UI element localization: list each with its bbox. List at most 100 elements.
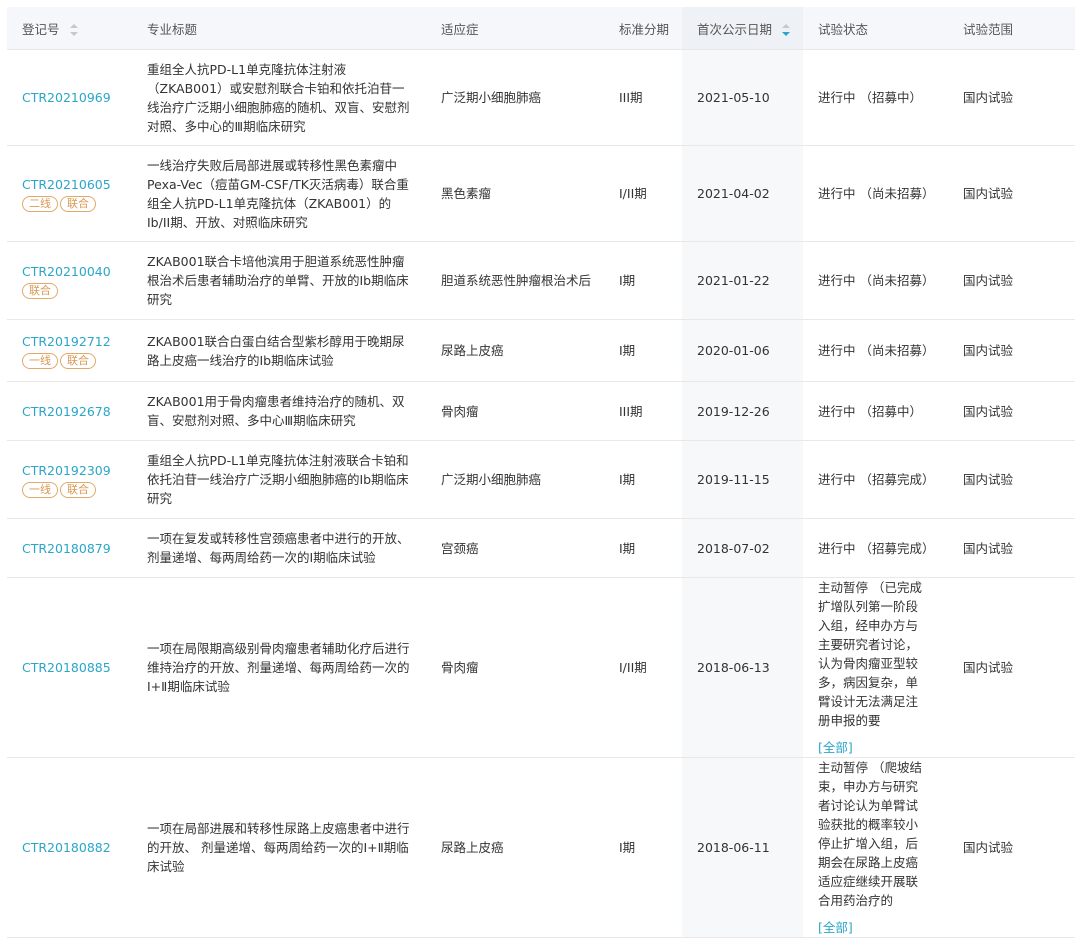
phase-cell: I期 — [604, 518, 682, 578]
status-cell: 进行中 （尚未招募） — [803, 241, 948, 320]
status-text: 进行中 （招募完成） — [818, 540, 935, 556]
reg-no-link[interactable]: CTR20192309 — [22, 461, 132, 480]
reg-no-cell: CTR20192678 — [7, 381, 132, 441]
reg-no-cell: CTR20180879 — [7, 518, 132, 578]
table-row: CTR20180879 一项在复发或转移性宫颈癌患者中进行的开放、剂量递增、每两周… — [7, 518, 1075, 578]
status-cell: 进行中 （招募完成） — [803, 440, 948, 519]
scope-cell: 国内试验 — [948, 145, 1075, 242]
tag-list: 一线 联合 — [22, 481, 132, 498]
title-cell: 一项在复发或转移性宫颈癌患者中进行的开放、剂量递增、每两周给药一次的Ⅰ期临床试验 — [132, 518, 426, 578]
table-row: CTR20210605 二线 联合 一线治疗失败后局部进展或转移性黑色素瘤中Pexa-… — [7, 145, 1075, 242]
reg-no-link[interactable]: CTR20210605 — [22, 175, 132, 194]
reg-no-cell: CTR20210605 二线 联合 — [7, 145, 132, 242]
phase-cell: III期 — [604, 49, 682, 146]
header-phase: 标准分期 — [604, 7, 682, 50]
status-text: 进行中 （尚未招募） — [818, 343, 935, 358]
table-row: CTR20192678 ZKAB001用于骨肉瘤患者维持治疗的随机、双盲、安慰剂对… — [7, 381, 1075, 441]
scope-cell: 国内试验 — [948, 381, 1075, 441]
title-cell: 一项在局部进展和转移性尿路上皮癌患者中进行的开放、 剂量递增、每两周给药一次的Ⅰ… — [132, 757, 426, 938]
scope-cell: 国内试验 — [948, 518, 1075, 578]
status-cell: 进行中 （招募完成） — [803, 518, 948, 578]
title-cell: 重组全人抗PD-L1单克隆抗体注射液联合卡铂和依托泊苷一线治疗广泛期小细胞肺癌的… — [132, 440, 426, 519]
title-cell: ZKAB001联合卡培他滨用于胆道系统恶性肿瘤根治术后患者辅助治疗的单臂、开放的… — [132, 241, 426, 320]
tag-list: 一线 联合 — [22, 352, 132, 369]
status-text: 主动暂停 （已完成扩增队列第一阶段入组，经申办方与主要研究者讨论，认为骨肉瘤亚型… — [818, 580, 922, 728]
header-date-label: 首次公示日期 — [697, 21, 773, 37]
line-tag: 联合 — [60, 482, 96, 498]
indication-cell: 广泛期小细胞肺癌 — [426, 49, 604, 146]
indication-cell: 胆道系统恶性肿瘤根治术后 — [426, 241, 604, 320]
status-cell: 进行中 （尚未招募） — [803, 319, 948, 382]
phase-cell: III期 — [604, 381, 682, 441]
status-cell: 主动暂停 （已完成扩增队列第一阶段入组，经申办方与主要研究者讨论，认为骨肉瘤亚型… — [803, 577, 948, 758]
status-text: 主动暂停 （爬坡结束，申办方与研究者讨论认为单臂试验获批的概率较小停止扩增入组，… — [818, 760, 922, 908]
reg-no-link[interactable]: CTR20180882 — [22, 838, 132, 857]
table-row: CTR20192309 一线 联合 重组全人抗PD-L1单克隆抗体注射液联合卡铂和依托… — [7, 440, 1075, 519]
header-reg-no-label: 登记号 — [22, 21, 60, 37]
status-expand-link[interactable]: [全部] — [818, 738, 922, 757]
reg-no-link[interactable]: CTR20180879 — [22, 539, 132, 558]
line-tag: 联合 — [22, 283, 58, 299]
date-cell: 2020-01-06 — [682, 319, 803, 382]
scope-cell: 国内试验 — [948, 757, 1075, 938]
sort-desc-icon[interactable] — [782, 24, 790, 36]
header-indication: 适应症 — [426, 7, 604, 50]
indication-cell: 尿路上皮癌 — [426, 757, 604, 938]
reg-no-link[interactable]: CTR20180885 — [22, 658, 132, 677]
indication-cell: 骨肉瘤 — [426, 381, 604, 441]
reg-no-link[interactable]: CTR20210969 — [22, 88, 132, 107]
header-date[interactable]: 首次公示日期 — [682, 7, 803, 50]
reg-no-link[interactable]: CTR20192678 — [22, 402, 132, 421]
line-tag: 一线 — [22, 353, 58, 369]
table-row: CTR20180882 一项在局部进展和转移性尿路上皮癌患者中进行的开放、 剂量递… — [7, 757, 1075, 938]
status-text: 进行中 （招募中） — [818, 90, 922, 105]
title-cell: 一项在局限期高级别骨肉瘤患者辅助化疗后进行维持治疗的开放、剂量递增、每两周给药一… — [132, 577, 426, 758]
trials-table: 登记号 专业标题 适应症 标准分期 首次公示日期 试验状态 试验范围 CTR20… — [7, 7, 1075, 938]
indication-cell: 尿路上皮癌 — [426, 319, 604, 382]
phase-cell: I/II期 — [604, 577, 682, 758]
tag-list: 联合 — [22, 282, 132, 299]
phase-cell: I期 — [604, 757, 682, 938]
title-cell: ZKAB001联合白蛋白结合型紫杉醇用于晚期尿路上皮癌一线治疗的Ib期临床试验 — [132, 319, 426, 382]
status-text: 进行中 （招募中） — [818, 403, 922, 419]
line-tag: 联合 — [60, 196, 96, 212]
reg-no-cell: CTR20192712 一线 联合 — [7, 319, 132, 382]
date-cell: 2019-11-15 — [682, 440, 803, 519]
table-body: CTR20210969 重组全人抗PD-L1单克隆抗体注射液（ZKAB001）或安… — [7, 49, 1075, 938]
date-cell: 2021-04-02 — [682, 145, 803, 242]
reg-no-cell: CTR20210040 联合 — [7, 241, 132, 320]
scope-cell: 国内试验 — [948, 241, 1075, 320]
status-text: 进行中 （尚未招募） — [818, 273, 935, 288]
sort-icon[interactable] — [69, 24, 78, 36]
reg-no-cell: CTR20210969 — [7, 49, 132, 146]
date-cell: 2021-05-10 — [682, 49, 803, 146]
table-row: CTR20210040 联合 ZKAB001联合卡培他滨用于胆道系统恶性肿瘤根治术后… — [7, 241, 1075, 320]
reg-no-link[interactable]: CTR20210040 — [22, 262, 132, 281]
scope-cell: 国内试验 — [948, 319, 1075, 382]
status-expand-link[interactable]: [全部] — [818, 918, 922, 937]
indication-cell: 黑色素瘤 — [426, 145, 604, 242]
header-status: 试验状态 — [803, 7, 948, 50]
date-cell: 2018-07-02 — [682, 518, 803, 578]
status-cell: 进行中 （尚未招募） — [803, 145, 948, 242]
title-cell: ZKAB001用于骨肉瘤患者维持治疗的随机、双盲、安慰剂对照、多中心Ⅲ期临床研究 — [132, 381, 426, 441]
scope-cell: 国内试验 — [948, 49, 1075, 146]
date-cell: 2019-12-26 — [682, 381, 803, 441]
reg-no-cell: CTR20192309 一线 联合 — [7, 440, 132, 519]
indication-cell: 骨肉瘤 — [426, 577, 604, 758]
title-cell: 一线治疗失败后局部进展或转移性黑色素瘤中Pexa-Vec（痘苗GM-CSF/TK… — [132, 145, 426, 242]
header-reg-no[interactable]: 登记号 — [7, 7, 132, 50]
phase-cell: I期 — [604, 440, 682, 519]
status-cell: 进行中 （招募中） — [803, 49, 948, 146]
line-tag: 一线 — [22, 482, 58, 498]
table-header-row: 登记号 专业标题 适应症 标准分期 首次公示日期 试验状态 试验范围 — [7, 7, 1075, 50]
status-text: 进行中 （招募完成） — [818, 472, 935, 487]
line-tag: 联合 — [60, 353, 96, 369]
reg-no-cell: CTR20180885 — [7, 577, 132, 758]
date-cell: 2018-06-11 — [682, 757, 803, 938]
indication-cell: 广泛期小细胞肺癌 — [426, 440, 604, 519]
scope-cell: 国内试验 — [948, 440, 1075, 519]
reg-no-link[interactable]: CTR20192712 — [22, 332, 132, 351]
phase-cell: I期 — [604, 319, 682, 382]
header-scope: 试验范围 — [948, 7, 1075, 50]
